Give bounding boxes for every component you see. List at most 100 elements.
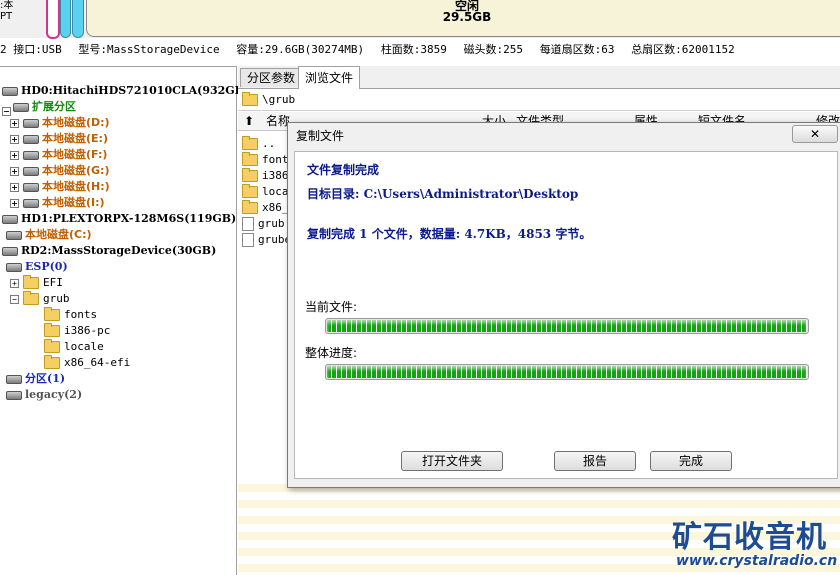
tree-item-drive-d[interactable]: + 本地磁盘(D:) [10,115,110,131]
partition-icon [6,230,22,240]
tree-item-drive-e[interactable]: + 本地磁盘(E:) [10,131,108,147]
tree-item-hd0[interactable]: HD0:HitachiHDS721010CLA(932GB) [2,83,249,99]
partition-icon [23,150,39,160]
expand-icon[interactable]: + [10,183,19,192]
overall-progress-fill [327,366,807,378]
info-heads: 磁头数:255 [463,43,524,56]
current-file-label: 当前文件: [305,300,358,314]
partition-segment-2[interactable] [72,0,84,38]
folder-icon [44,339,60,353]
partition-icon [13,102,29,112]
hard-disk-icon [2,86,18,96]
file-row-grub-file[interactable]: grub. [242,216,291,232]
tab-partition-params[interactable]: 分区参数 [240,68,303,87]
tree-item-hd1[interactable]: HD1:PLEXTORPX-128M6S(119GB) [2,211,236,227]
overall-progress [325,364,809,380]
partition-icon [23,182,39,192]
folder-icon [242,200,258,214]
info-cylinders: 柱面数:3859 [380,43,447,56]
edge-label-line2: PT [0,11,13,22]
tree-item-esp[interactable]: ESP(0) [6,259,68,275]
tree-label: HD0:HitachiHDS721010CLA(932GB) [21,84,250,97]
watermark-url: www.crystalradio.cn [676,553,838,569]
folder-icon [242,136,258,150]
tree-label: 本地磁盘(D:) [42,116,110,129]
tree-label: 本地磁盘(H:) [42,180,110,193]
hard-disk-icon [2,214,18,224]
report-button[interactable]: 报告 [554,451,636,471]
tree-item-rd2[interactable]: RD2:MassStorageDevice(30GB) [2,243,216,259]
partition-icon [6,262,22,272]
tree-item-grub[interactable]: − grub [10,291,70,307]
expand-icon[interactable]: + [10,151,19,160]
tree-item-drive-i[interactable]: + 本地磁盘(I:) [10,195,105,211]
tree-item-x86-64-efi[interactable]: x86_64-efi [44,355,130,371]
current-file-progress [325,318,809,334]
tree-item-partition-1[interactable]: 分区(1) [6,371,65,387]
tree-label: x86_64-efi [64,356,131,369]
file-name: i386 [262,169,289,182]
dialog-content: 文件复制完成 目标目录: C:\Users\Administrator\Desk… [294,151,838,479]
folder-icon [242,168,258,182]
tree-label: 扩展分区 [32,100,76,113]
target-directory: 目标目录: C:\Users\Administrator\Desktop [307,187,579,201]
tree-label: 分区(1) [25,372,66,385]
expand-icon[interactable]: + [10,199,19,208]
tree-item-i386-pc[interactable]: i386-pc [44,323,110,339]
expand-icon[interactable]: + [10,119,19,128]
info-total-sectors: 总扇区数:62001152 [631,43,735,56]
partition-segment-1[interactable] [60,0,71,38]
file-icon [242,233,254,247]
expand-icon[interactable]: + [10,135,19,144]
tree-item-locale[interactable]: locale [44,339,104,355]
disk-info-bar: 2 接口:USB 型号:MassStorageDevice 容量:29.6GB(… [0,40,840,60]
file-row-i386[interactable]: i386 [242,168,289,184]
open-folder-button[interactable]: 打开文件夹 [401,451,503,471]
partition-icon [23,134,39,144]
folder-icon [242,152,258,166]
tree-item-fonts[interactable]: fonts [44,307,97,323]
folder-open-icon [23,291,39,305]
disk-map-edge-label: :本 PT [0,0,13,22]
disk-map: :本 PT 空闲 29.5GB [0,0,840,39]
tree-item-legacy[interactable]: legacy(2) [6,387,82,403]
info-capacity: 容量:29.6GB(30274MB) [236,43,365,56]
partition-icon [6,374,22,384]
tree-item-drive-h[interactable]: + 本地磁盘(H:) [10,179,110,195]
tree-item-drive-c[interactable]: 本地磁盘(C:) [6,227,92,243]
folder-icon [242,92,258,106]
file-row-parent[interactable]: .. [242,136,275,152]
copy-file-dialog: 复制文件 ✕ 文件复制完成 目标目录: C:\Users\Administrat… [287,122,840,488]
tree-label: 本地磁盘(I:) [42,196,105,209]
folder-icon [44,355,60,369]
tree-label: ESP(0) [25,260,68,273]
current-file-progress-fill [327,320,807,332]
tree-item-drive-f[interactable]: + 本地磁盘(F:) [10,147,107,163]
partition-segment-esp[interactable] [46,0,60,39]
tree-item-drive-g[interactable]: + 本地磁盘(G:) [10,163,109,179]
dialog-title: 复制文件 [296,129,345,143]
usb-disk-icon [2,246,18,256]
tree-item-extended-partition[interactable]: − 扩展分区 [2,99,76,116]
expand-icon[interactable]: + [10,167,19,176]
folder-icon [23,275,39,289]
partition-icon [23,118,39,128]
tab-browse-files[interactable]: 浏览文件 [298,66,361,89]
collapse-icon[interactable]: − [10,295,19,304]
info-interface: 2 接口:USB [0,43,62,56]
free-space-segment[interactable]: 空闲 29.5GB [86,0,840,37]
up-arrow-icon[interactable]: ⬆ [244,112,254,130]
overall-progress-label: 整体进度: [305,346,358,360]
disk-tree: HD0:HitachiHDS721010CLA(932GB) − 扩展分区 + 本地… [0,66,249,575]
expand-icon[interactable]: + [10,279,19,288]
done-button[interactable]: 完成 [650,451,732,471]
watermark-logo-text: 矿石收音机 [672,520,827,555]
tree-label: legacy(2) [25,388,83,401]
close-button[interactable]: ✕ [792,125,838,143]
free-space-size: 29.5GB [442,10,492,24]
tree-label: 本地磁盘(F:) [42,148,108,161]
copy-summary: 复制完成 1 个文件，数据量: 4.7KB，4853 字节。 [307,227,592,241]
partition-icon [23,166,39,176]
file-row-grubenv[interactable]: grube [242,232,291,248]
tree-item-efi[interactable]: + EFI [10,275,63,291]
